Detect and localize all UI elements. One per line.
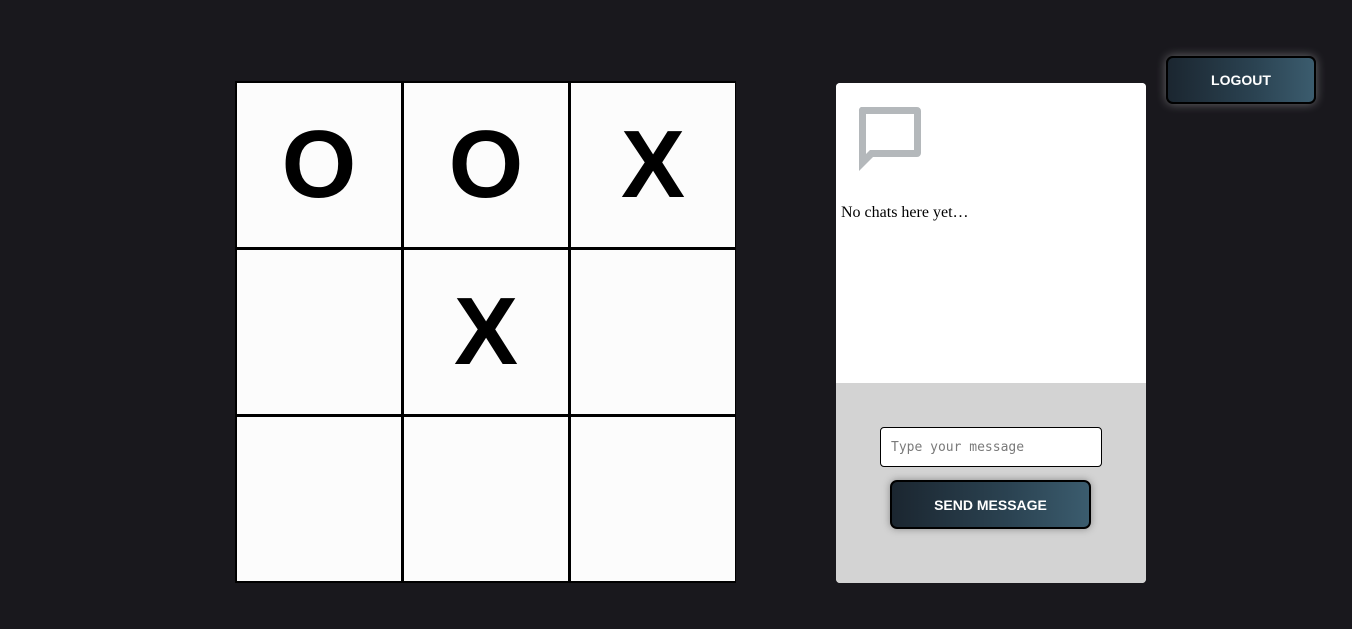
board-cell-3[interactable]: X: [571, 83, 735, 247]
empty-chat-message: No chats here yet…: [841, 204, 969, 221]
board-cell-4[interactable]: [237, 250, 401, 414]
board-cell-2[interactable]: O: [404, 83, 568, 247]
chat-messages-area: No chats here yet…: [836, 83, 1146, 383]
board-cell-8[interactable]: [404, 417, 568, 581]
logout-button[interactable]: LOGOUT: [1166, 56, 1316, 104]
board-cell-1[interactable]: O: [237, 83, 401, 247]
game-board: O O X X: [235, 81, 736, 583]
chat-panel: No chats here yet… SEND MESSAGE: [836, 83, 1146, 583]
board-cell-9[interactable]: [571, 417, 735, 581]
chat-bubble-icon: [858, 107, 921, 171]
board-cell-7[interactable]: [237, 417, 401, 581]
board-cell-5[interactable]: X: [404, 250, 568, 414]
message-input[interactable]: [880, 427, 1102, 467]
chat-input-area: SEND MESSAGE: [836, 383, 1146, 583]
board-cell-6[interactable]: [571, 250, 735, 414]
send-message-button[interactable]: SEND MESSAGE: [890, 480, 1091, 529]
